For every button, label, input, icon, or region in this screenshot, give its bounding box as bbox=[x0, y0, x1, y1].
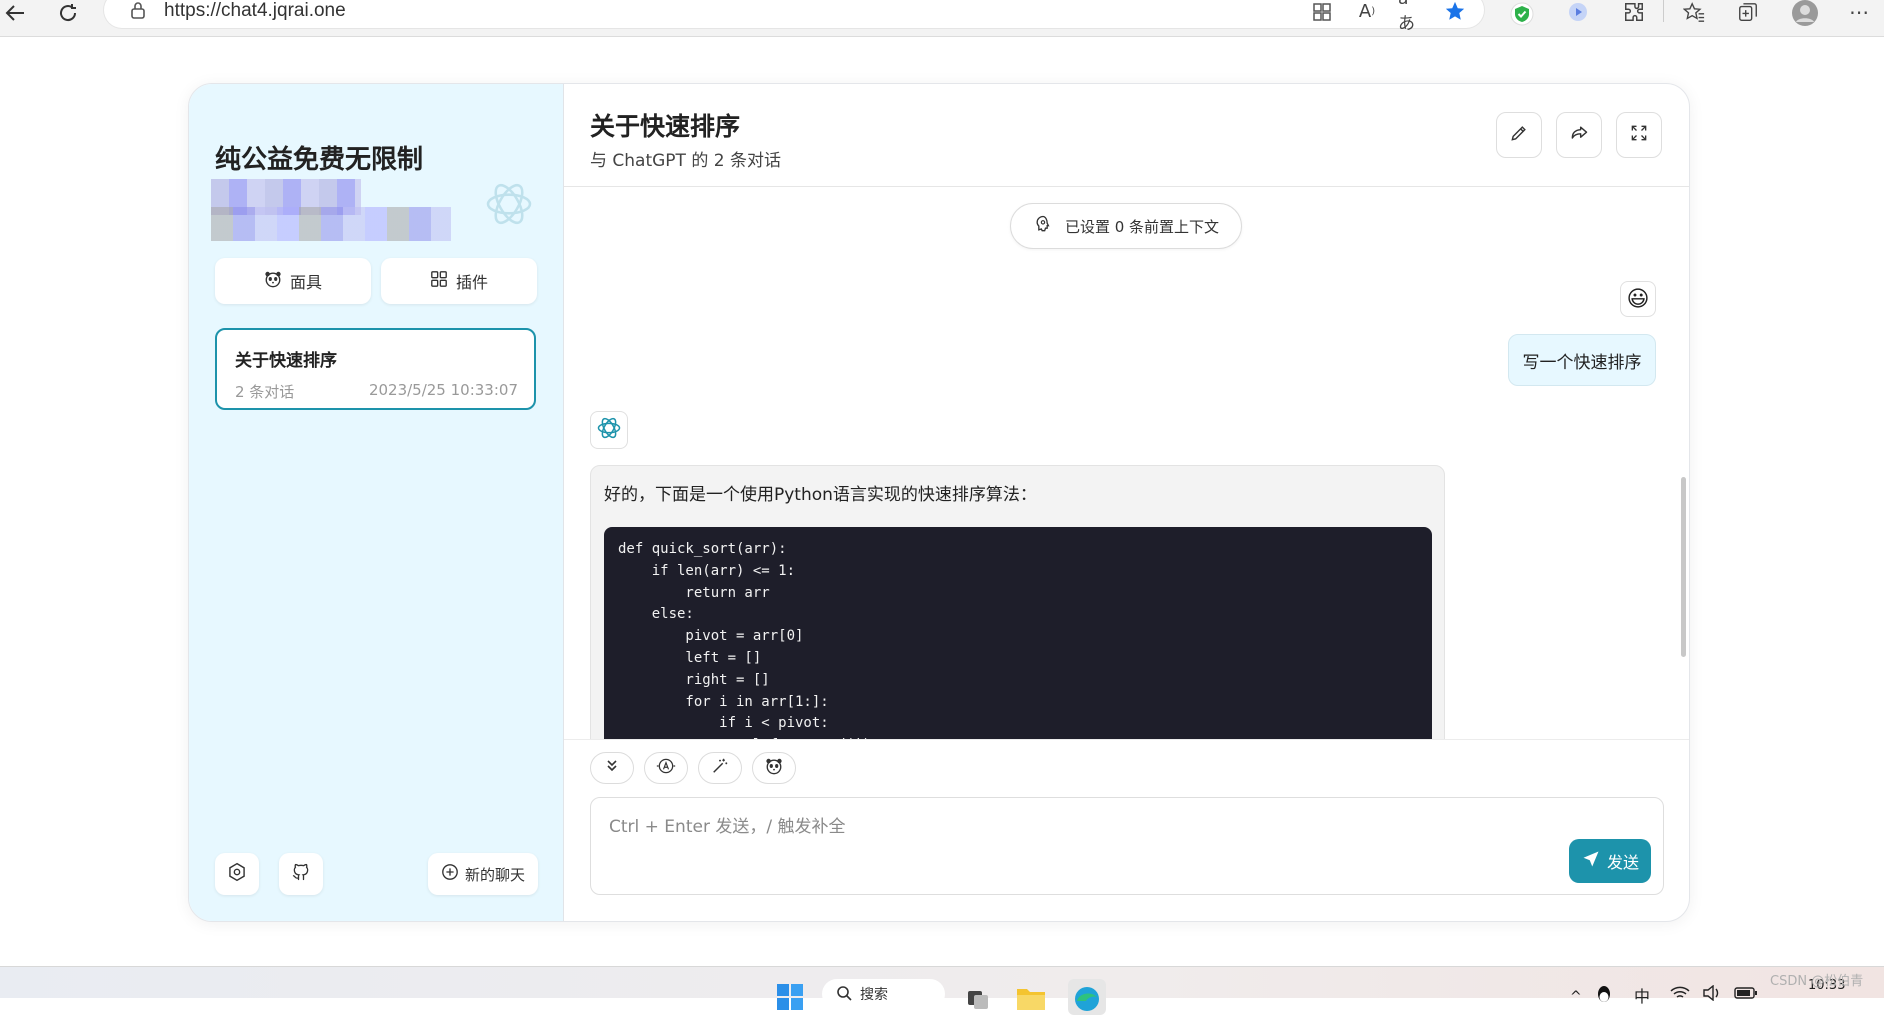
favorites-icon[interactable] bbox=[1680, 0, 1708, 24]
prompt-autocomplete-button[interactable] bbox=[644, 752, 688, 784]
mask-select-button[interactable] bbox=[752, 752, 796, 784]
github-button[interactable] bbox=[279, 853, 323, 895]
new-chat-label: 新的聊天 bbox=[464, 865, 525, 884]
input-method-indicator[interactable]: 中 bbox=[1634, 983, 1650, 1007]
chat-subtitle: 与 ChatGPT 的 2 条对话 bbox=[590, 151, 781, 171]
blurred-subtitle-line2 bbox=[211, 207, 451, 241]
refresh-icon[interactable] bbox=[54, 0, 82, 26]
grid-icon bbox=[430, 270, 448, 292]
clear-context-button[interactable] bbox=[698, 752, 742, 784]
share-button[interactable] bbox=[1556, 112, 1602, 158]
github-icon bbox=[291, 862, 311, 886]
taskbar-search-label: 搜索 bbox=[860, 987, 888, 1003]
read-aloud-icon[interactable]: A) bbox=[1354, 0, 1380, 24]
bot-message-intro: 好的，下面是一个使用Python语言实现的快速排序算法： bbox=[604, 485, 1037, 505]
lock-icon[interactable] bbox=[130, 1, 146, 23]
robot-a-icon bbox=[656, 756, 676, 780]
send-button-label: 发送 bbox=[1606, 853, 1639, 872]
user-avatar[interactable]: 😃 bbox=[1620, 281, 1656, 317]
edge-browser-icon[interactable] bbox=[1068, 979, 1106, 1019]
windows-start-icon[interactable] bbox=[776, 983, 804, 1015]
mask-button[interactable]: 面具 bbox=[215, 258, 371, 304]
chat-main: 关于快速排序 与 ChatGPT 的 2 条对话 已设置 0 条前置上下文 😃 … bbox=[564, 84, 1689, 921]
new-chat-button[interactable]: 新的聊天 bbox=[428, 853, 538, 895]
pencil-icon bbox=[1509, 123, 1529, 147]
context-prompt-pill[interactable]: 已设置 0 条前置上下文 bbox=[1010, 203, 1242, 249]
send-button[interactable]: 发送 bbox=[1569, 839, 1651, 883]
chat-item-title: 关于快速排序 bbox=[235, 351, 337, 371]
chat-title: 关于快速排序 bbox=[590, 112, 741, 141]
code-block[interactable]: def quick_sort(arr): if len(arr) <= 1: r… bbox=[604, 527, 1432, 739]
favorite-star-icon[interactable] bbox=[1442, 0, 1468, 24]
csdn-watermark: CSDN @松伯青 bbox=[1770, 974, 1864, 989]
chat-list-item[interactable]: 关于快速排序 2 条对话 2023/5/25 10:33:07 bbox=[215, 328, 536, 410]
more-menu-icon[interactable]: ⋯ bbox=[1846, 0, 1872, 24]
extensions-puzzle-icon[interactable] bbox=[1620, 0, 1648, 24]
chat-item-date: 2023/5/25 10:33:07 bbox=[368, 381, 518, 399]
media-extension-icon[interactable] bbox=[1564, 0, 1592, 24]
openai-logo-icon bbox=[595, 414, 623, 446]
gear-icon bbox=[227, 862, 247, 886]
chat-app-window: 纯公益免费无限制 面具 插件 关于快速排序 2 条对话 2023/5/25 10… bbox=[188, 83, 1690, 922]
plugin-button[interactable]: 插件 bbox=[381, 258, 537, 304]
taskbar-search[interactable]: 搜索 bbox=[822, 979, 945, 1009]
battery-icon[interactable] bbox=[1734, 985, 1758, 1004]
collections-icon[interactable] bbox=[1734, 0, 1762, 24]
qq-tray-icon[interactable] bbox=[1596, 985, 1612, 1009]
chat-input-area: 发送 bbox=[564, 739, 1689, 921]
edit-title-button[interactable] bbox=[1496, 112, 1542, 158]
volume-icon[interactable] bbox=[1702, 984, 1722, 1005]
task-view-icon[interactable] bbox=[966, 987, 990, 1015]
back-icon[interactable] bbox=[2, 0, 28, 26]
bot-avatar bbox=[590, 411, 628, 449]
shield-extension-icon[interactable] bbox=[1508, 0, 1536, 28]
bot-message[interactable]: 好的，下面是一个使用Python语言实现的快速排序算法： def quick_s… bbox=[590, 465, 1445, 739]
magic-wand-icon bbox=[711, 757, 729, 779]
panda-mask-icon bbox=[264, 270, 282, 292]
sidebar-title: 纯公益免费无限制 bbox=[215, 145, 424, 175]
chat-item-count: 2 条对话 bbox=[235, 383, 295, 401]
double-chevron-down-icon bbox=[604, 758, 620, 778]
plugin-button-label: 插件 bbox=[455, 273, 488, 292]
scroll-to-bottom-button[interactable] bbox=[590, 752, 634, 784]
translate-icon[interactable]: aあ bbox=[1398, 0, 1424, 34]
address-bar[interactable]: https://chat4.jqrai.one A) aあ bbox=[104, 0, 1484, 34]
panda-mask-icon bbox=[765, 757, 783, 779]
context-prompt-label: 已设置 0 条前置上下文 bbox=[1064, 217, 1220, 236]
expand-icon bbox=[1629, 123, 1649, 147]
settings-button[interactable] bbox=[215, 853, 259, 895]
plus-circle-icon bbox=[441, 863, 459, 885]
chat-header: 关于快速排序 与 ChatGPT 的 2 条对话 bbox=[564, 84, 1689, 187]
file-explorer-icon[interactable] bbox=[1016, 985, 1046, 1015]
share-arrow-icon bbox=[1569, 123, 1589, 147]
brain-icon bbox=[1033, 214, 1053, 238]
tray-chevron-icon[interactable]: ^ bbox=[1570, 989, 1582, 1005]
chat-input[interactable] bbox=[590, 797, 1664, 895]
wifi-icon[interactable] bbox=[1670, 985, 1690, 1005]
openai-logo-icon bbox=[481, 176, 537, 236]
profile-avatar-icon[interactable] bbox=[1790, 0, 1820, 26]
app-view-icon[interactable] bbox=[1310, 0, 1334, 24]
message-scrollbar[interactable] bbox=[1681, 477, 1686, 657]
user-message[interactable]: 写一个快速排序 bbox=[1508, 334, 1656, 386]
send-arrow-icon bbox=[1581, 849, 1601, 873]
mask-button-label: 面具 bbox=[289, 273, 322, 292]
url-text[interactable]: https://chat4.jqrai.one bbox=[164, 0, 346, 22]
sidebar: 纯公益免费无限制 面具 插件 关于快速排序 2 条对话 2023/5/25 10… bbox=[189, 84, 564, 921]
taskbar: 搜索 ^ 中 10:33 bbox=[0, 966, 1884, 1015]
fullscreen-button[interactable] bbox=[1616, 112, 1662, 158]
toolbar-divider bbox=[1663, 0, 1664, 22]
search-icon bbox=[836, 985, 852, 1005]
browser-toolbar: https://chat4.jqrai.one A) aあ ⋯ bbox=[0, 0, 1884, 37]
message-list[interactable]: 已设置 0 条前置上下文 😃 写一个快速排序 好的，下面是一个使用Python语… bbox=[564, 187, 1689, 739]
